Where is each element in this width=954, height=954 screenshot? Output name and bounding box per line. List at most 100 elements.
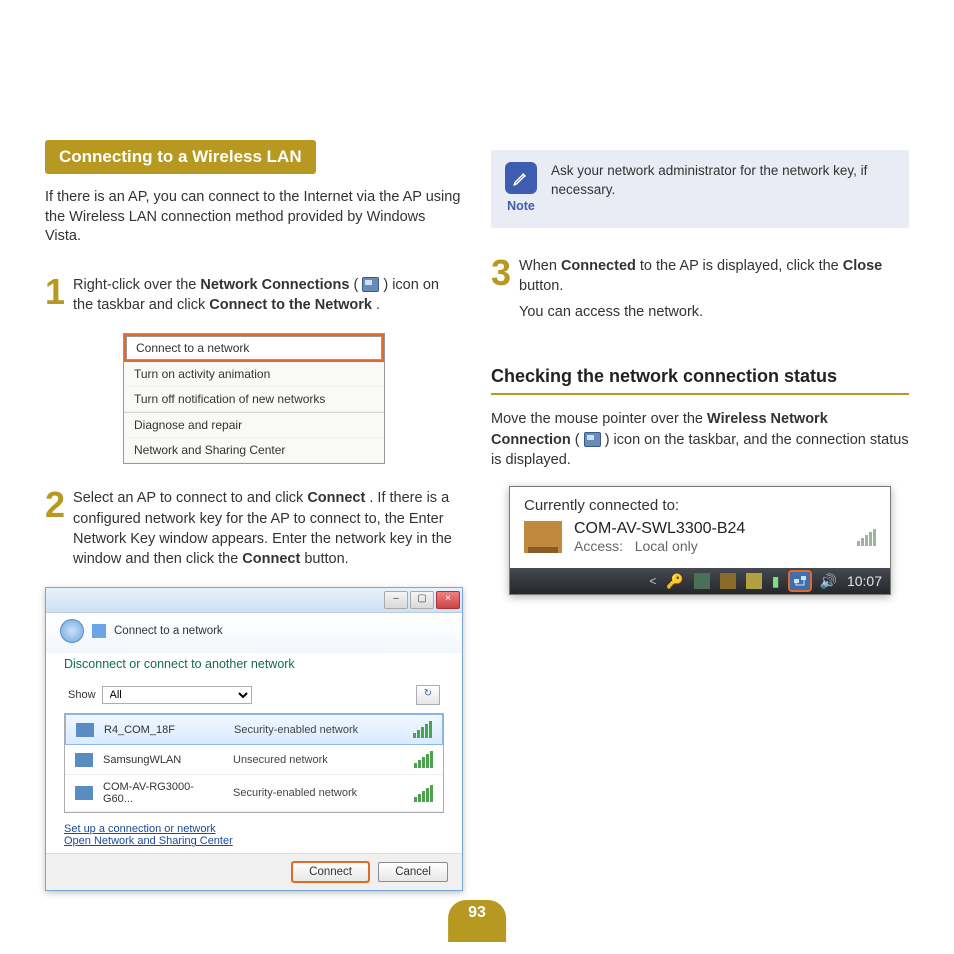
close-button[interactable]: × bbox=[436, 591, 460, 609]
right-column: Note Ask your network administrator for … bbox=[491, 50, 909, 891]
dialog-title: Connect to a network bbox=[114, 625, 223, 637]
wireless-connection-icon bbox=[584, 432, 601, 447]
step-body: Select an AP to connect to and click Con… bbox=[73, 488, 463, 575]
text: to the AP is displayed, click the bbox=[640, 258, 843, 274]
network-security: Unsecured network bbox=[233, 754, 404, 766]
open-network-center-link[interactable]: Open Network and Sharing Center bbox=[64, 835, 444, 847]
dialog-links: Set up a connection or network Open Netw… bbox=[46, 813, 462, 853]
text: . bbox=[376, 297, 380, 313]
text: Right-click over the bbox=[73, 277, 200, 293]
network-row[interactable]: SamsungWLAN Unsecured network bbox=[65, 745, 443, 775]
maximize-button[interactable]: ▢ bbox=[410, 591, 434, 609]
check-status-paragraph: Move the mouse pointer over the Wireless… bbox=[491, 409, 909, 470]
taskbar: < 🔑 ▮ 🔊 10:07 bbox=[510, 568, 890, 594]
left-column: Connecting to a Wireless LAN If there is… bbox=[45, 50, 463, 891]
text: button. bbox=[304, 551, 348, 567]
network-name: COM-AV-RG3000-G60... bbox=[103, 781, 223, 805]
note-label: Note bbox=[505, 198, 537, 216]
setup-connection-link[interactable]: Set up a connection or network bbox=[64, 823, 444, 835]
text: ( bbox=[575, 432, 580, 448]
computer-icon bbox=[75, 753, 93, 767]
gold-divider bbox=[491, 393, 909, 395]
connection-tooltip-screenshot: Currently connected to: COM-AV-SWL3300-B… bbox=[509, 486, 891, 595]
step-body: Right-click over the Network Connections… bbox=[73, 275, 463, 322]
signal-icon bbox=[413, 721, 432, 738]
text: When bbox=[519, 258, 561, 274]
taskbar-clock: 10:07 bbox=[847, 573, 882, 589]
dialog-subheader: Disconnect or connect to another network bbox=[46, 653, 462, 683]
text: You can access the network. bbox=[519, 302, 909, 322]
tooltip-header: Currently connected to: bbox=[510, 487, 890, 516]
tray-icon[interactable] bbox=[720, 573, 736, 589]
bold-text: Connect bbox=[242, 551, 300, 567]
network-list: R4_COM_18F Security-enabled network Sams… bbox=[64, 713, 444, 813]
subsection-heading: Checking the network connection status bbox=[491, 366, 909, 387]
network-icon bbox=[92, 624, 106, 638]
step-number: 3 bbox=[491, 256, 511, 329]
step-body: When Connected to the AP is displayed, c… bbox=[519, 256, 909, 329]
bench-icon bbox=[524, 521, 562, 553]
tray-icon[interactable] bbox=[694, 573, 710, 589]
text: button. bbox=[519, 278, 563, 294]
network-security: Security-enabled network bbox=[233, 787, 404, 799]
bold-text: Close bbox=[843, 258, 883, 274]
back-icon[interactable] bbox=[60, 619, 84, 643]
menu-item[interactable]: Network and Sharing Center bbox=[124, 438, 384, 463]
network-row[interactable]: COM-AV-RG3000-G60... Security-enabled ne… bbox=[65, 775, 443, 812]
value: Local only bbox=[635, 538, 698, 554]
show-filter-row: Show All ↻ bbox=[46, 683, 462, 713]
section-title: Connecting to a Wireless LAN bbox=[45, 140, 316, 174]
page-number: 93 bbox=[448, 900, 506, 942]
connect-button[interactable]: Connect bbox=[292, 862, 369, 882]
pencil-icon bbox=[505, 162, 537, 194]
step-number: 1 bbox=[45, 275, 65, 322]
intro-text: If there is an AP, you can connect to th… bbox=[45, 188, 463, 247]
bold-text: Connected bbox=[561, 258, 636, 274]
dialog-titlebar: – ▢ × bbox=[46, 588, 462, 613]
tooltip-row: COM-AV-SWL3300-B24 Access: Local only bbox=[510, 516, 890, 568]
signal-icon bbox=[414, 785, 433, 802]
signal-icon bbox=[414, 751, 433, 768]
menu-item[interactable]: Turn on activity animation bbox=[124, 362, 384, 387]
network-row[interactable]: R4_COM_18F Security-enabled network bbox=[65, 714, 443, 745]
network-connections-icon bbox=[362, 277, 379, 292]
show-select[interactable]: All bbox=[102, 686, 252, 704]
chevron-icon[interactable]: < bbox=[649, 574, 656, 588]
dialog-header: Connect to a network bbox=[46, 613, 462, 653]
minimize-button[interactable]: – bbox=[384, 591, 408, 609]
tray-icon[interactable] bbox=[746, 573, 762, 589]
text: ( bbox=[353, 277, 358, 293]
connect-network-dialog: – ▢ × Connect to a network Disconnect or… bbox=[45, 587, 463, 891]
note-box: Note Ask your network administrator for … bbox=[491, 150, 909, 228]
label: Access: bbox=[574, 538, 623, 554]
tooltip-network-name: COM-AV-SWL3300-B24 bbox=[574, 520, 845, 538]
dialog-footer: Connect Cancel bbox=[46, 853, 462, 890]
context-menu-screenshot: Connect to a network Turn on activity an… bbox=[123, 333, 385, 464]
text: Move the mouse pointer over the bbox=[491, 411, 707, 427]
computer-icon bbox=[76, 723, 94, 737]
bold-text: Network Connections bbox=[200, 277, 349, 293]
battery-icon[interactable]: ▮ bbox=[772, 573, 780, 590]
bold-text: Connect bbox=[307, 490, 365, 506]
step-2: 2 Select an AP to connect to and click C… bbox=[45, 488, 463, 575]
note-icon-column: Note bbox=[505, 162, 537, 216]
menu-item-connect-to-network[interactable]: Connect to a network bbox=[124, 334, 384, 362]
menu-item[interactable]: Turn off notification of new networks bbox=[124, 387, 384, 412]
cancel-button[interactable]: Cancel bbox=[378, 862, 448, 882]
tooltip-access: Access: Local only bbox=[574, 538, 845, 554]
bold-text: Connect to the Network bbox=[209, 297, 372, 313]
network-name: R4_COM_18F bbox=[104, 724, 224, 736]
step-3: 3 When Connected to the AP is displayed,… bbox=[491, 256, 909, 329]
show-label: Show bbox=[68, 689, 96, 701]
step-1: 1 Right-click over the Network Connectio… bbox=[45, 275, 463, 322]
text: Select an AP to connect to and click bbox=[73, 490, 307, 506]
step-number: 2 bbox=[45, 488, 65, 575]
volume-icon[interactable]: 🔊 bbox=[820, 573, 837, 590]
network-name: SamsungWLAN bbox=[103, 754, 223, 766]
signal-icon bbox=[857, 529, 876, 546]
network-tray-icon[interactable] bbox=[790, 572, 810, 590]
refresh-button[interactable]: ↻ bbox=[416, 685, 440, 705]
menu-item[interactable]: Diagnose and repair bbox=[124, 413, 384, 438]
note-text: Ask your network administrator for the n… bbox=[551, 162, 895, 216]
key-icon[interactable]: 🔑 bbox=[666, 573, 683, 590]
